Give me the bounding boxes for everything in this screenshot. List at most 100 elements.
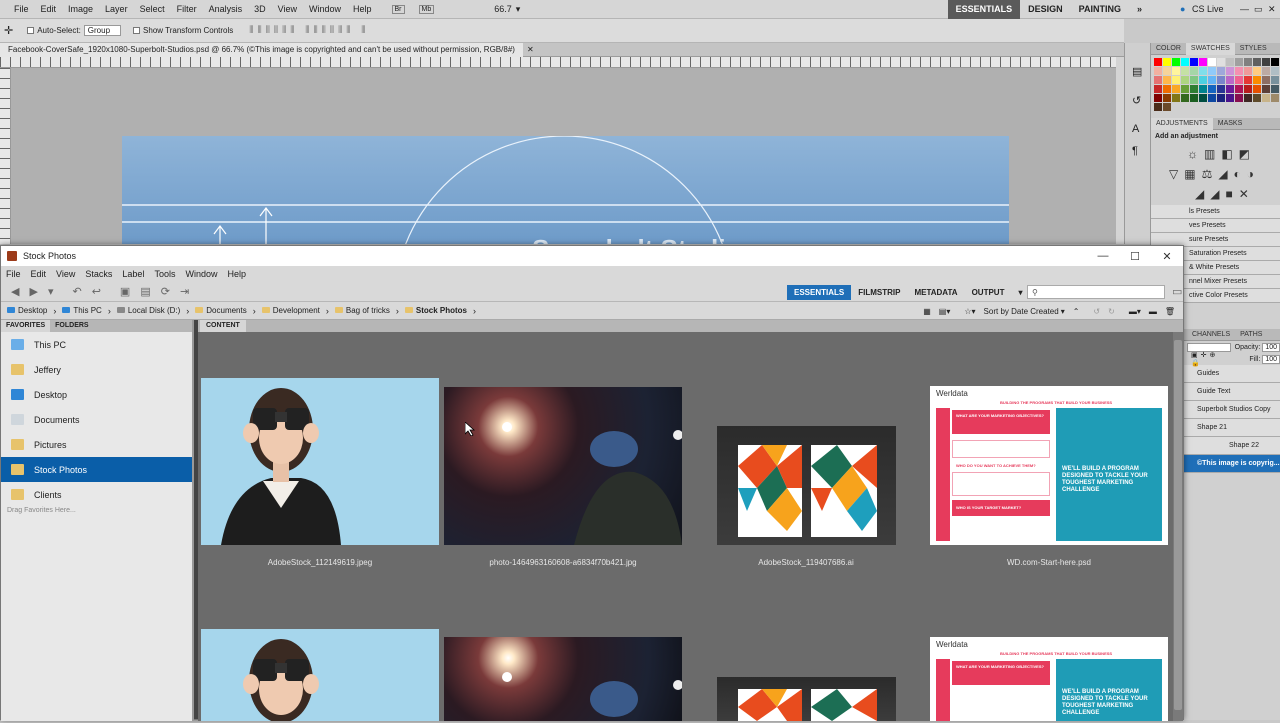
ps-menu-file[interactable]: File [8,4,35,14]
tab-folders[interactable]: FOLDERS [50,320,93,332]
bridge-titlebar[interactable]: Stock Photos — ☐ ✕ [1,246,1183,266]
swatch-color[interactable] [1244,58,1252,66]
swatch-color[interactable] [1199,58,1207,66]
thumbnail-wd-psd[interactable]: Werldata BUILDING THE PROGRAMS THAT BUIL… [930,637,1168,721]
sort-direction-icon[interactable]: ⌃ [1073,307,1080,316]
swatch-color[interactable] [1271,76,1279,84]
swatch-color[interactable] [1163,103,1171,111]
breadcrumb-documents[interactable]: Documents [195,306,247,315]
ps-workspace-painting[interactable]: PAINTING [1071,0,1129,19]
tab-paths[interactable]: PATHS [1235,329,1267,341]
swatch-grid[interactable] [1151,55,1280,114]
ps-menu-view[interactable]: View [272,4,303,14]
thumbnail-wd-psd[interactable]: Werldata BUILDING THE PROGRAMS THAT BUIL… [930,386,1168,545]
favorite-stock-photos[interactable]: Stock Photos [1,457,192,482]
file-caption[interactable]: WD.com-Start-here.psd [929,558,1169,567]
swatch-color[interactable] [1226,58,1234,66]
swatch-color[interactable] [1217,67,1225,75]
swatch-color[interactable] [1199,94,1207,102]
ps-workspace-more-icon[interactable]: » [1129,0,1150,19]
swatch-color[interactable] [1163,85,1171,93]
swatch-color[interactable] [1208,85,1216,93]
tab-favorites[interactable]: FAVORITES [1,320,51,332]
ps-restore-icon[interactable]: ▭ [1254,4,1263,15]
swatch-color[interactable] [1163,58,1171,66]
swatch-color[interactable] [1226,76,1234,84]
tab-adjustments[interactable]: ADJUSTMENTS [1151,117,1213,130]
auto-select-checkbox[interactable] [27,27,35,34]
favorite-desktop[interactable]: Desktop [1,382,192,407]
history-icon[interactable]: ▤ [1132,65,1150,78]
br-workspace-essentials[interactable]: ESSENTIALS [787,284,852,300]
favorite-clients[interactable]: Clients [1,482,192,507]
thumbnail-ai-artwork[interactable] [717,677,896,721]
back-icon[interactable]: ◀ [11,285,19,298]
ps-document-canvas[interactable]: Superbolt Studios [122,136,1009,244]
swatch-color[interactable] [1208,76,1216,84]
swatch-color[interactable] [1253,94,1261,102]
star-filter-icon[interactable]: ☆▾ [964,307,975,316]
align-icons[interactable]: ⫴⫴⫴⫴⫴⫴ ⫴⫴⫴⫴⫴⫴ ⫴ [249,25,369,36]
thumbnail-binoculars[interactable] [201,378,439,545]
sort-dropdown-icon[interactable]: ▾ [1061,307,1065,316]
swatch-color[interactable] [1154,76,1162,84]
swatch-color[interactable] [1262,76,1270,84]
cs-live-label[interactable]: CS Live [1192,4,1224,14]
thumbnail-ai-artwork[interactable] [717,426,896,545]
swatch-color[interactable] [1181,67,1189,75]
br-menu-view[interactable]: View [51,269,80,279]
rotate-right-icon[interactable]: ↻ [1108,307,1115,316]
swatch-color[interactable] [1154,67,1162,75]
swatch-color[interactable] [1262,58,1270,66]
swatch-color[interactable] [1199,85,1207,93]
swatch-color[interactable] [1235,67,1243,75]
minibridge-icon[interactable]: Mb [418,4,435,14]
swatch-color[interactable] [1226,67,1234,75]
recent-folders-icon[interactable]: ↶ [72,285,81,298]
br-menu-tools[interactable]: Tools [149,269,180,279]
thumbnail-night-photo[interactable] [444,387,682,545]
br-workspace-output[interactable]: OUTPUT [965,285,1012,300]
tab-swatches[interactable]: SWATCHES [1185,42,1235,55]
new-folder-icon[interactable]: ▬▾ [1129,307,1141,316]
auto-select-dropdown[interactable]: Group [83,25,122,36]
swatch-color[interactable] [1262,67,1270,75]
file-caption[interactable]: AdobeStock_119407686.ai [686,558,926,567]
swatch-color[interactable] [1190,94,1198,102]
swatch-color[interactable] [1172,94,1180,102]
ps-menu-select[interactable]: Select [134,4,171,14]
breadcrumb-this-pc[interactable]: This PC [62,306,102,315]
doc-tab-close-icon[interactable]: ✕ [527,45,534,54]
swatch-color[interactable] [1253,58,1261,66]
zoom-level[interactable]: 66.7 [494,4,512,14]
file-caption[interactable]: AdobeStock_112149619.jpeg [200,558,440,567]
swatch-color[interactable] [1190,67,1198,75]
rotate-icon[interactable]: ⟳ [161,285,170,298]
swatch-color[interactable] [1154,85,1162,93]
swatch-color[interactable] [1235,58,1243,66]
breadcrumb-development[interactable]: Development [261,306,320,315]
br-menu-file[interactable]: File [1,269,26,279]
content-scrollbar[interactable] [1173,332,1183,721]
favorite-jeffery[interactable]: Jeffery [1,357,192,382]
swatch-color[interactable] [1253,76,1261,84]
ps-menu-layer[interactable]: Layer [99,4,134,14]
camera-icon[interactable]: ▣ [120,285,130,298]
forward-icon[interactable]: ▶ [29,285,37,298]
br-workspace-metadata[interactable]: METADATA [907,285,964,300]
open-recent-icon[interactable]: ▬ [1149,307,1157,316]
preset-item[interactable]: ls Presets [1151,205,1280,219]
ps-workspace-design[interactable]: DESIGN [1020,0,1071,19]
swatch-color[interactable] [1226,85,1234,93]
swatch-color[interactable] [1217,85,1225,93]
swatch-color[interactable] [1262,94,1270,102]
ps-menu-window[interactable]: Window [303,4,347,14]
ps-menu-help[interactable]: Help [347,4,378,14]
return-to-photoshop-icon[interactable]: ↩ [92,285,101,298]
close-icon[interactable]: ✕ [1151,250,1183,263]
br-workspace-filmstrip[interactable]: FILMSTRIP [851,285,907,300]
swatch-color[interactable] [1217,76,1225,84]
thumbnail-night-photo[interactable] [444,637,682,721]
tab-content[interactable]: CONTENT [200,320,246,332]
ps-close-icon[interactable]: ✕ [1268,4,1276,15]
